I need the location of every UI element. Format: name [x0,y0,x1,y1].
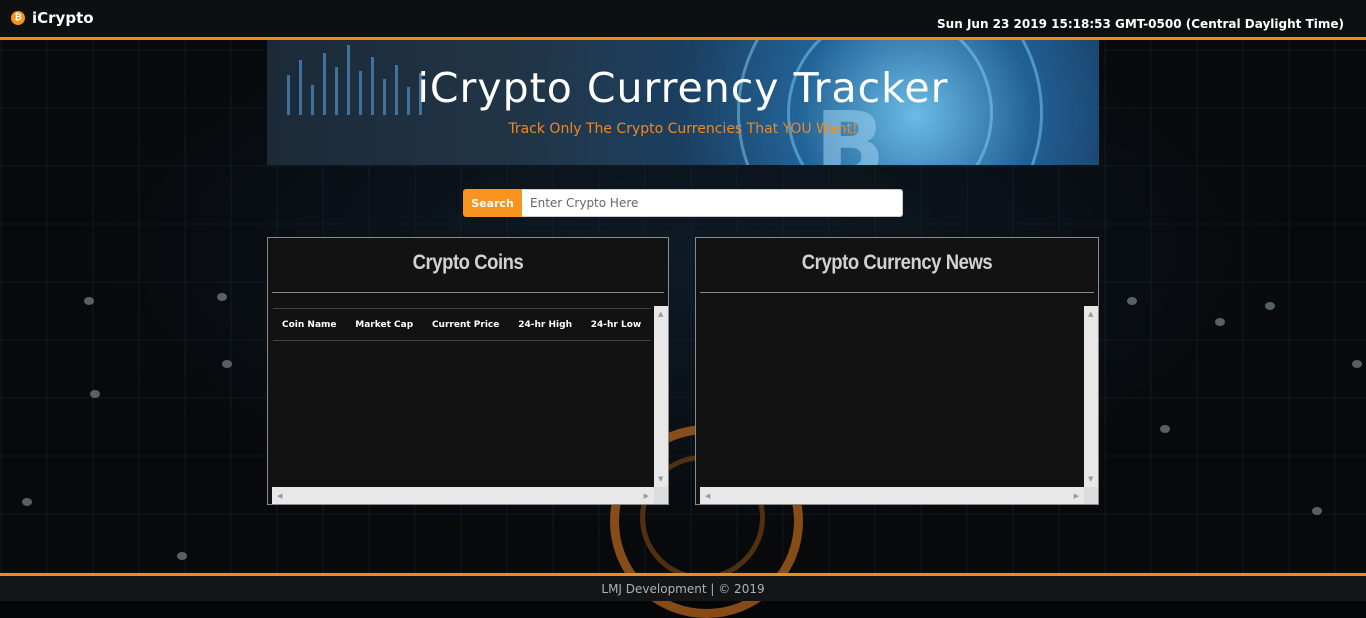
search-input[interactable] [522,189,903,217]
solder-dot [1352,360,1362,368]
solder-dot [1127,297,1137,305]
scrollbar-corner [1084,487,1098,504]
horizontal-scrollbar[interactable]: ◀ ▶ [700,487,1084,504]
scroll-up-arrow-icon[interactable]: ▲ [1088,310,1093,318]
solder-dot [90,390,100,398]
search-button[interactable]: Search [463,189,522,217]
column-header-24hr-low[interactable]: 24-hr Low [582,309,651,341]
brand-link[interactable]: ₿ iCrypto [11,9,94,27]
scroll-right-arrow-icon[interactable]: ▶ [1074,492,1079,500]
scroll-left-arrow-icon[interactable]: ◀ [705,492,710,500]
solder-dot [217,293,227,301]
column-header-current-price[interactable]: Current Price [423,309,509,341]
solder-dot [22,498,32,506]
scroll-right-arrow-icon[interactable]: ▶ [644,492,649,500]
column-header-coin-name[interactable]: Coin Name [273,309,346,341]
vertical-scrollbar[interactable]: ▲ ▼ [654,306,668,487]
brand-name: iCrypto [32,9,94,27]
coins-table-scroll-area[interactable]: Coin Name Market Cap Current Price 24-hr… [272,306,668,504]
news-scroll-area[interactable]: ▲ ▼ ◀ ▶ [700,306,1098,504]
solder-dot [222,360,232,368]
crypto-coins-title: Crypto Coins [412,251,524,274]
navbar: ₿ iCrypto Sun Jun 23 2019 15:18:53 GMT-0… [0,0,1366,40]
column-header-market-cap[interactable]: Market Cap [346,309,423,341]
footer: LMJ Development | © 2019 [0,573,1366,601]
divider [700,292,1094,293]
bitcoin-icon: ₿ [11,11,25,25]
scroll-up-arrow-icon[interactable]: ▲ [658,310,663,318]
scroll-left-arrow-icon[interactable]: ◀ [277,492,282,500]
divider [272,292,664,293]
current-datetime: Sun Jun 23 2019 15:18:53 GMT-0500 (Centr… [937,17,1344,31]
page-title: iCrypto Currency Tracker [417,64,949,112]
solder-dot [177,552,187,560]
search-bar: Search [463,189,903,217]
scroll-down-arrow-icon[interactable]: ▼ [658,475,663,483]
solder-dot [84,297,94,305]
vertical-scrollbar[interactable]: ▲ ▼ [1084,306,1098,487]
scroll-down-arrow-icon[interactable]: ▼ [1088,475,1093,483]
page-subtitle: Track Only The Crypto Currencies That YO… [508,121,858,137]
crypto-news-title: Crypto Currency News [801,251,993,274]
solder-dot [1312,507,1322,515]
crypto-coins-panel: Crypto Coins Coin Name Market Cap Curren… [267,237,669,505]
coins-table: Coin Name Market Cap Current Price 24-hr… [273,308,651,341]
solder-dot [1160,425,1170,433]
solder-dot [1215,318,1225,326]
scrollbar-corner [654,487,668,504]
column-header-24hr-high[interactable]: 24-hr High [509,309,581,341]
crypto-news-panel: Crypto Currency News ▲ ▼ ◀ ▶ [695,237,1099,505]
solder-dot [1265,302,1275,310]
header-banner: B iCrypto Currency Tracker Track Only Th… [267,40,1099,165]
coins-table-header-row: Coin Name Market Cap Current Price 24-hr… [273,309,651,341]
footer-copyright: LMJ Development | © 2019 [601,582,765,596]
horizontal-scrollbar[interactable]: ◀ ▶ [272,487,654,504]
